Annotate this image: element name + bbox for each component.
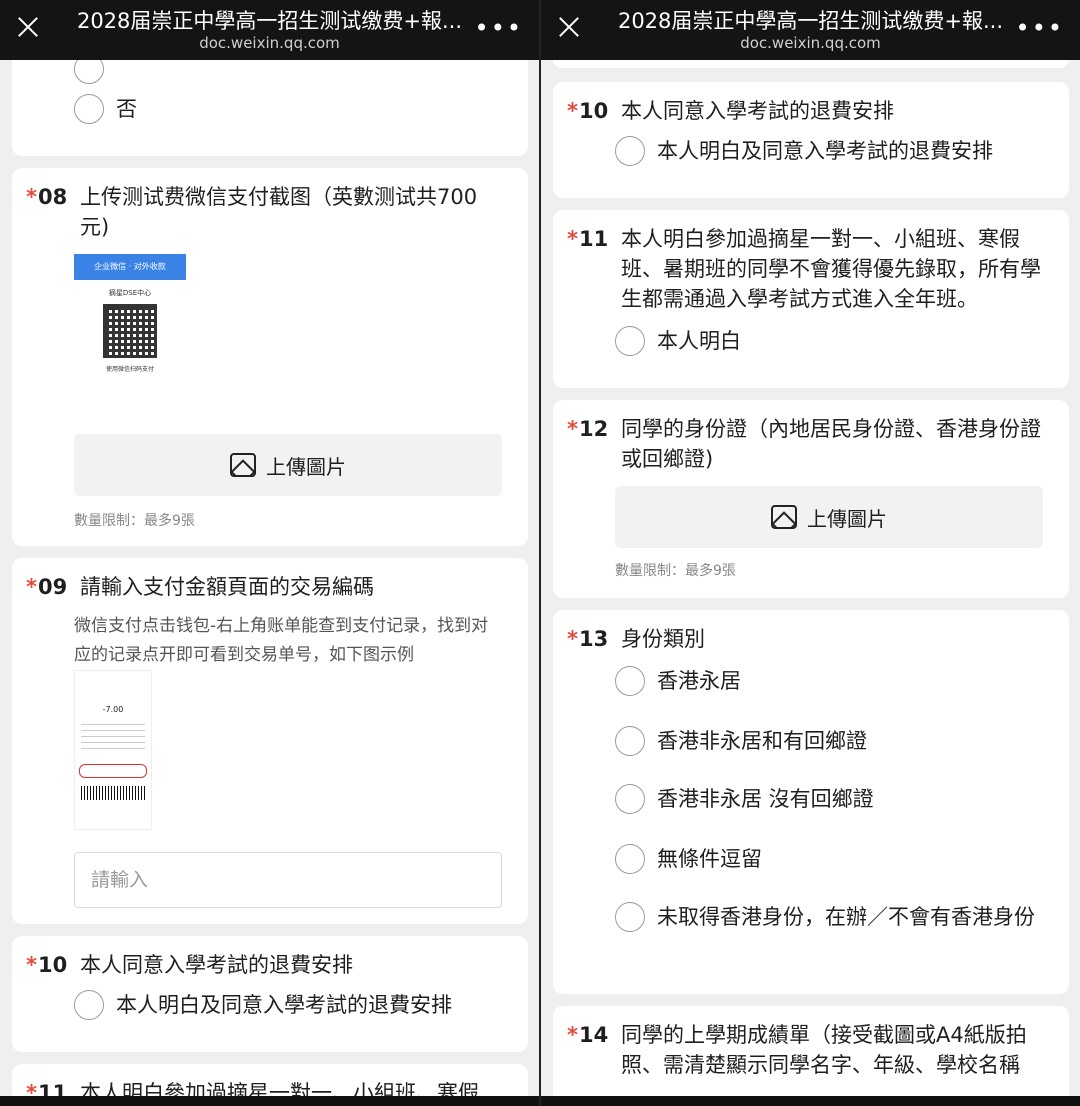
question-card-10: * 10 本人同意入學考試的退費安排 本人明白及同意入學考試的退費安排 [12,936,528,1052]
qr-code-image: 企业微信 · 对外收款 摘星DSE中心 使用微信扫码支付 [74,254,186,414]
radio-icon[interactable] [615,666,645,696]
page-domain: doc.weixin.qq.com [740,34,881,52]
option-no-hk-identity[interactable]: 未取得香港身份，在辦／不會有香港身份 [615,902,1049,932]
radio-icon[interactable] [615,784,645,814]
transaction-code-input[interactable]: 請輸入 [74,852,502,908]
radio-icon[interactable] [615,844,645,874]
question-card-11: * 11 本人明白參加過摘星一對一、小組班、寒假班、暑期班的同學不會獲得優先錄取，所… [553,210,1069,388]
top-bar: 2028届崇正中學高一招生测试缴费+報... doc.weixin.qq.com… [541,0,1080,60]
highlight-ring [79,764,147,778]
split-screen: 2028届崇正中學高一招生测试缴费+報... doc.weixin.qq.com… [0,0,1080,1106]
upload-limit: 數量限制：最多9張 [615,563,736,579]
form-scroll[interactable]: 否 * 08 上传测试费微信支付截图（英數测试共700元) 企业微信 · 对外收款 … [0,40,539,1106]
radio-icon[interactable] [74,94,104,124]
question-title: * 10 本人同意入學考試的退費安排 [567,99,894,123]
radio-icon[interactable] [615,902,645,932]
radio-icon[interactable] [615,726,645,756]
option-understand[interactable]: 本人明白 [615,326,1049,356]
question-title: * 09 請輸入支付金額頁面的交易編碼 [26,575,374,599]
radio-icon[interactable] [615,136,645,166]
form-scroll[interactable]: * 10 本人同意入學考試的退費安排 本人明白及同意入學考試的退費安排 * 11 本人明… [541,50,1080,1106]
left-pane: 2028届崇正中學高一招生测试缴费+報... doc.weixin.qq.com… [0,0,539,1106]
question-title: * 13 身份類別 [567,627,705,651]
right-pane: 2028届崇正中學高一招生测试缴费+報... doc.weixin.qq.com… [541,0,1080,1106]
option-hk-permanent[interactable]: 香港永居 [615,666,1049,696]
question-card-08: * 08 上传测试费微信支付截图（英數测试共700元) 企业微信 · 对外收款 摘星… [12,168,528,546]
radio-icon[interactable] [615,326,645,356]
option-no[interactable]: 否 [74,94,508,124]
question-title: * 12 同學的身份證（內地居民身份證、香港身份證或回鄉證) [567,417,1041,471]
barcode-icon [81,786,145,800]
page-title: 2028届崇正中學高一招生测试缴费+報... [76,9,463,33]
option-agree[interactable]: 本人明白及同意入學考試的退費安排 [615,136,1049,166]
upload-image-button[interactable]: 上傳圖片 [615,486,1043,548]
option-unconditional-stay[interactable]: 無條件逗留 [615,844,1049,874]
close-icon[interactable] [16,12,40,40]
upload-limit: 數量限制：最多9張 [74,513,195,529]
more-icon[interactable]: ••• [1016,14,1064,42]
question-card-12: * 12 同學的身份證（內地居民身份證、香港身份證或回鄉證) 上傳圖片 數量限制：最… [553,400,1069,598]
page-title: 2028届崇正中學高一招生测试缴费+報... [617,9,1004,33]
question-title: * 14 同學的上學期成績單（接受截圖或A4紙版拍照、需清楚顯示同學名字、年級、學校… [567,1023,1027,1077]
page-domain: doc.weixin.qq.com [199,34,340,52]
question-card-13: * 13 身份類別 香港永居 香港非永居和有回鄉證 香港非永居 沒有回鄉證 無條件逗… [553,610,1069,994]
question-card-09: * 09 請輸入支付金額頁面的交易編碼 微信支付点击钱包-右上角账单能查到支付记录，… [12,558,528,924]
image-icon [230,453,256,477]
question-title: * 11 本人明白參加過摘星一對一、小組班、寒假班、暑期班的同學不會獲得優先錄取，所… [567,227,1041,311]
option-label: 否 [116,97,137,121]
close-icon[interactable] [557,12,581,40]
option-agree[interactable]: 本人明白及同意入學考試的退費安排 [74,990,508,1020]
receipt-example-image: -7.00 [74,670,152,830]
question-card-14: * 14 同學的上學期成績單（接受截圖或A4紙版拍照、需清楚顯示同學名字、年級、學校… [553,1006,1069,1106]
upload-image-button[interactable]: 上傳圖片 [74,434,502,496]
image-icon [771,505,797,529]
question-description: 微信支付点击钱包-右上角账单能查到支付记录，找到对应的记录点开即可看到交易单号，… [74,616,489,665]
radio-icon[interactable] [74,990,104,1020]
qr-code-icon [103,304,157,358]
question-title: * 10 本人同意入學考試的退費安排 [26,953,353,977]
option-hk-nonpermanent-no-permit[interactable]: 香港非永居 沒有回鄉證 [615,784,1049,814]
top-bar: 2028届崇正中學高一招生测试缴费+報... doc.weixin.qq.com… [0,0,539,60]
question-title: * 08 上传测试费微信支付截图（英數测试共700元) [26,185,478,239]
question-card-10: * 10 本人同意入學考試的退費安排 本人明白及同意入學考試的退費安排 [553,82,1069,198]
more-icon[interactable]: ••• [475,14,523,42]
option-hk-nonpermanent-with-permit[interactable]: 香港非永居和有回鄉證 [615,726,1049,756]
